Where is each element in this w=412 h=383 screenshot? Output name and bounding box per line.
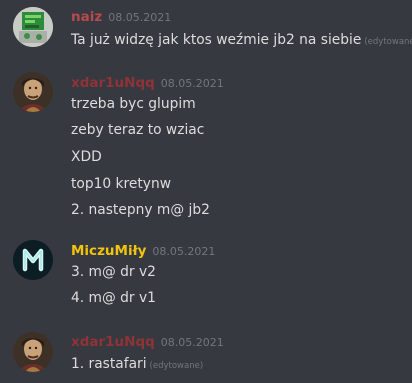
message-text: 1. rastafari <box>71 356 147 372</box>
message-group-naiz: naiz 08.05.2021 Ta już widzę jak ktos weź… <box>0 0 412 60</box>
message-group-xdar1unqq-2: xdar1uNqq 08.05.2021 1. rastafari (edytowa… <box>0 325 412 383</box>
message-text: 4. m@ dr v1 <box>71 290 156 306</box>
m-letter-avatar-icon[interactable] <box>13 240 53 280</box>
timestamp: 08.05.2021 <box>108 11 172 24</box>
portrait-avatar-icon[interactable] <box>13 332 53 372</box>
edited-label: (edytowane) <box>149 361 204 371</box>
message-text: 3. m@ dr v2 <box>71 264 156 280</box>
edited-label: (edytowane) <box>364 37 412 47</box>
username[interactable]: MiczuMiły <box>71 243 146 259</box>
message-header: MiczuMiły 08.05.2021 <box>71 243 215 260</box>
message-line: XDD <box>71 148 102 166</box>
username[interactable]: xdar1uNqq <box>71 334 155 350</box>
message-line: trzeba byc glupim <box>71 95 196 113</box>
green-sticker-avatar-icon[interactable] <box>13 7 53 47</box>
message-line: top10 kretynw <box>71 175 171 193</box>
timestamp: 08.05.2021 <box>160 77 224 90</box>
message-header: naiz 08.05.2021 <box>71 9 171 26</box>
message-line: 4. m@ dr v1 <box>71 289 156 307</box>
message-group-miczumily: MiczuMiły 08.05.2021 3. m@ dr v2 4. m@ dr… <box>0 233 412 318</box>
message-header: xdar1uNqq 08.05.2021 <box>71 75 224 92</box>
message-text: top10 kretynw <box>71 176 172 192</box>
message-line: 1. rastafari (edytowane) <box>71 355 203 375</box>
message-header: xdar1uNqq 08.05.2021 <box>71 334 224 351</box>
message-line: 3. m@ dr v2 <box>71 263 156 281</box>
portrait-avatar-icon[interactable] <box>13 72 53 112</box>
timestamp: 08.05.2021 <box>160 336 224 349</box>
message-line: 2. nastepny m@ jb2 <box>71 201 210 219</box>
message-group-xdar1unqq: xdar1uNqq 08.05.2021 trzeba byc glupim ze… <box>0 66 412 226</box>
message-text: Ta już widzę jak ktos weźmie jb2 na sieb… <box>71 32 362 48</box>
message-text: XDD <box>71 149 102 165</box>
timestamp: 08.05.2021 <box>152 245 216 258</box>
message-text: 2. nastepny m@ jb2 <box>71 202 210 218</box>
message-text: zeby teraz to wziac <box>71 122 205 138</box>
username[interactable]: xdar1uNqq <box>71 75 155 91</box>
message-text: trzeba byc glupim <box>71 96 196 112</box>
username[interactable]: naiz <box>71 9 102 25</box>
message-line: Ta już widzę jak ktos weźmie jb2 na sieb… <box>71 31 412 51</box>
message-line: zeby teraz to wziac <box>71 121 204 139</box>
